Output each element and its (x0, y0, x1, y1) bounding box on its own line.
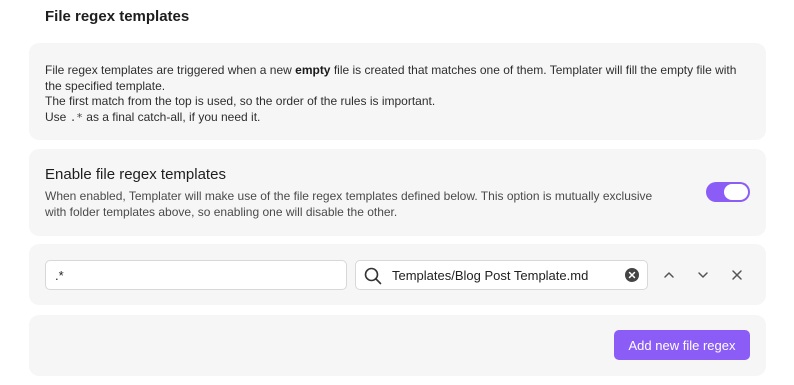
enable-regex-toggle[interactable] (706, 182, 750, 202)
enable-regex-setting: Enable file regex templates When enabled… (29, 149, 766, 236)
settings-page: File regex templates File regex template… (0, 0, 794, 385)
regex-rule-row (29, 244, 766, 305)
add-rule-card: Add new file regex (29, 315, 766, 376)
close-icon (732, 270, 742, 280)
remove-rule-button[interactable] (724, 262, 750, 288)
search-icon (364, 267, 382, 285)
description-text: File regex templates are triggered when … (45, 63, 745, 125)
move-up-button[interactable] (656, 262, 682, 288)
template-search-field[interactable] (355, 260, 648, 290)
setting-description: When enabled, Templater will make use of… (45, 189, 653, 219)
add-file-regex-button[interactable]: Add new file regex (614, 330, 750, 360)
toggle-knob (724, 184, 748, 200)
description-line-3: Use .* as a final catch-all, if you need… (45, 109, 261, 124)
description-card: File regex templates are triggered when … (29, 43, 766, 140)
regex-input[interactable] (45, 260, 347, 290)
catch-all-code: .* (69, 110, 83, 124)
chevron-down-icon (698, 272, 708, 278)
emphasis-empty: empty (295, 63, 331, 77)
setting-title: Enable file regex templates (45, 166, 226, 183)
template-input[interactable] (392, 261, 614, 289)
section-heading: File regex templates (45, 8, 190, 25)
description-line-2: The first match from the top is used, so… (45, 94, 436, 108)
clear-icon[interactable] (625, 268, 639, 282)
move-down-button[interactable] (690, 262, 716, 288)
chevron-up-icon (664, 272, 674, 278)
description-line-1: File regex templates are triggered when … (45, 63, 737, 93)
